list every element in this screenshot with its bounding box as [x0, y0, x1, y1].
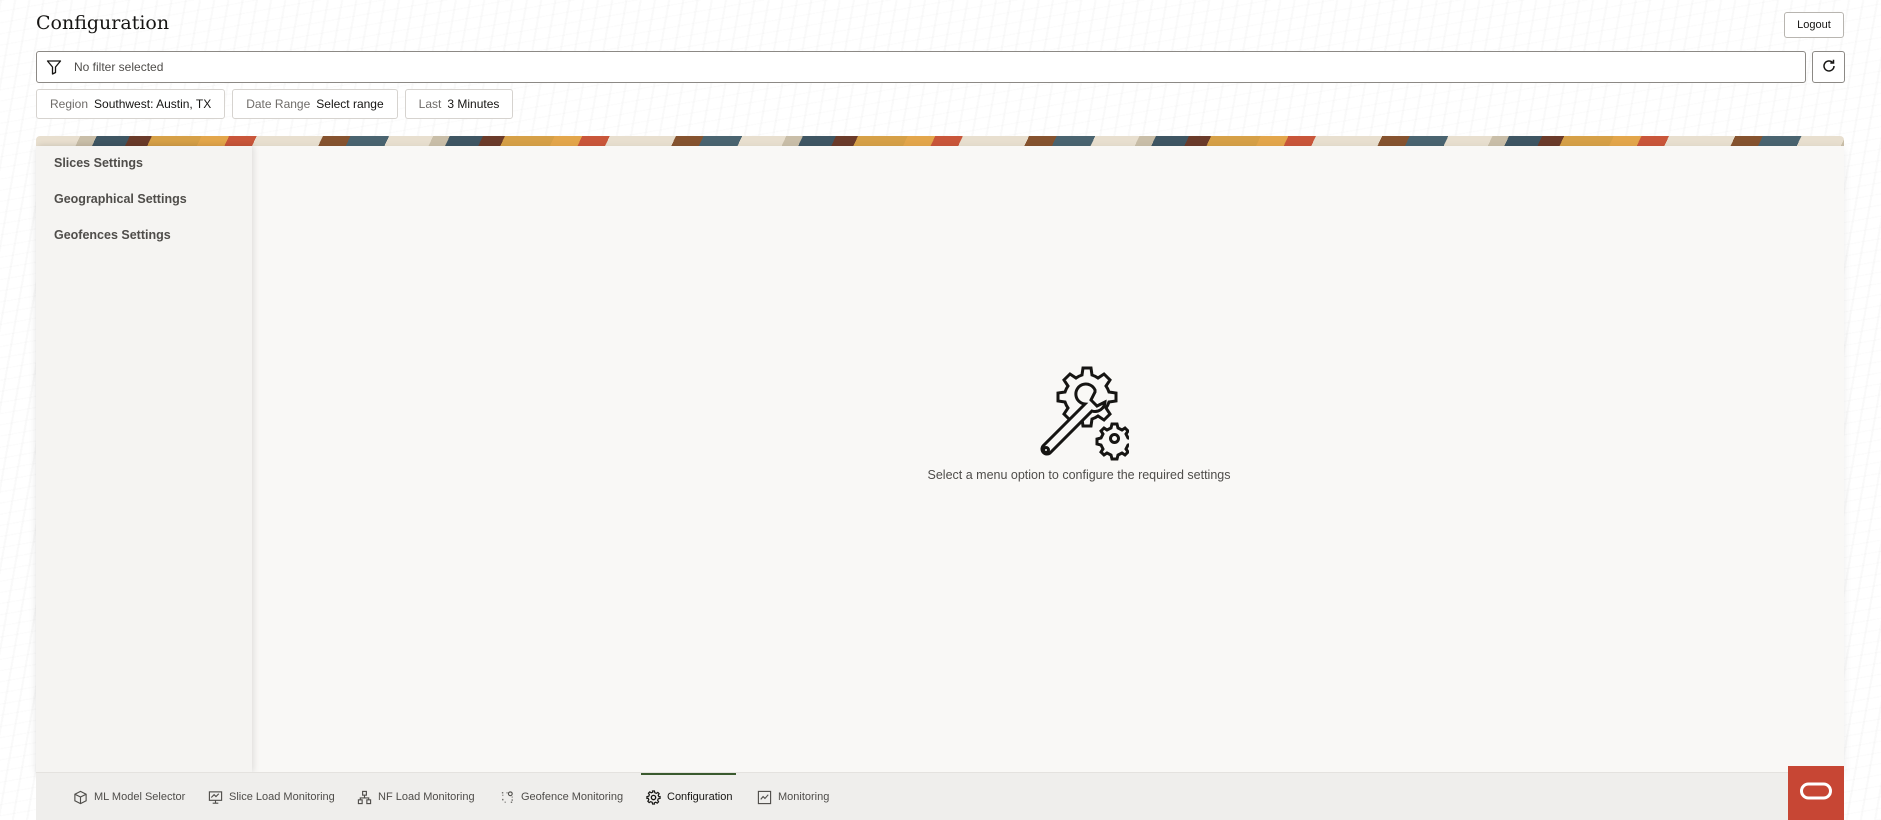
cube-icon [72, 789, 88, 805]
main-panel: Slices Settings Geographical Settings Ge… [36, 146, 1844, 772]
chip-key: Last [418, 97, 442, 111]
logout-button[interactable]: Logout [1784, 12, 1844, 38]
sidebar-item-geographical-settings[interactable]: Geographical Settings [54, 192, 187, 206]
tab-monitoring[interactable]: Monitoring [756, 773, 829, 820]
date-range-chip[interactable]: Date Range Select range [232, 89, 398, 119]
tab-label: Monitoring [778, 791, 830, 803]
wrench-gear-icon [1029, 362, 1134, 462]
sidebar-item-geofences-settings[interactable]: Geofences Settings [54, 228, 171, 242]
tab-label: NF Load Monitoring [378, 791, 475, 803]
filter-bar[interactable]: No filter selected [36, 51, 1806, 83]
decorative-banner [36, 136, 1844, 146]
settings-sidebar: Slices Settings Geographical Settings Ge… [36, 146, 252, 772]
gear-icon [645, 789, 661, 805]
region-chip[interactable]: Region Southwest: Austin, TX [36, 89, 226, 119]
refresh-icon [1821, 58, 1837, 77]
chip-value: 3 Minutes [447, 97, 500, 111]
tab-label: ML Model Selector [94, 791, 186, 803]
tab-label: Geofence Monitoring [521, 791, 624, 803]
chip-key: Region [50, 97, 89, 111]
chart-box-icon [756, 789, 772, 805]
page-title: Configuration [36, 12, 170, 34]
tab-geofence-monitoring[interactable]: Geofence Monitoring [499, 773, 623, 820]
empty-state-message: Select a menu option to configure the re… [927, 468, 1231, 482]
sidebar-item-slices-settings[interactable]: Slices Settings [54, 156, 143, 170]
monitor-chart-icon [207, 789, 223, 805]
filter-chips: Region Southwest: Austin, TX Date Range … [36, 89, 514, 119]
geofence-icon [499, 789, 515, 805]
chip-value: Select range [316, 97, 384, 111]
tab-nf-load-monitoring[interactable]: NF Load Monitoring [356, 773, 475, 820]
tab-label: Configuration [667, 791, 733, 803]
filter-status: No filter selected [74, 60, 164, 74]
tab-configuration[interactable]: Configuration [640, 773, 737, 820]
network-icon [356, 789, 372, 805]
tab-slice-load-monitoring[interactable]: Slice Load Monitoring [207, 773, 335, 820]
bottom-tab-bar: ML Model Selector Slice Load Monitoring … [36, 772, 1788, 820]
tab-ml-model-selector[interactable]: ML Model Selector [72, 773, 185, 820]
chip-key: Date Range [246, 97, 311, 111]
last-duration-chip[interactable]: Last 3 Minutes [404, 89, 514, 119]
refresh-button[interactable] [1812, 51, 1845, 83]
filter-icon[interactable] [45, 58, 63, 76]
chip-value: Southwest: Austin, TX [94, 97, 212, 111]
tab-label: Slice Load Monitoring [229, 791, 335, 803]
oracle-logo-icon [1799, 781, 1833, 806]
empty-state: Select a menu option to configure the re… [252, 146, 1844, 772]
oracle-logo-button[interactable] [1788, 766, 1844, 820]
